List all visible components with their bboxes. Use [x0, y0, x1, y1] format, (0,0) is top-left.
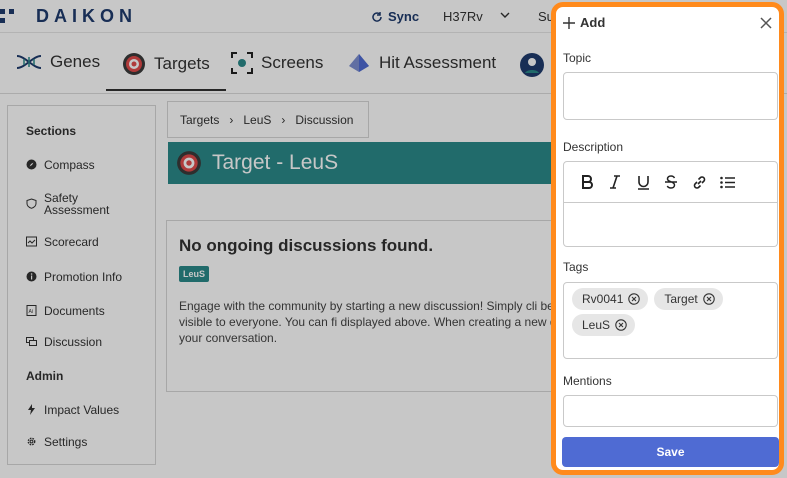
tags-label: Tags: [563, 260, 589, 274]
strikethrough-button[interactable]: [663, 174, 679, 190]
tags-input[interactable]: Rv0041 Target LeuS: [563, 282, 778, 359]
tag-chip: Target: [654, 288, 723, 310]
tag-chip-label: Target: [664, 292, 698, 306]
remove-tag-icon[interactable]: [615, 319, 627, 331]
save-button[interactable]: Save: [562, 437, 779, 467]
plus-icon: [563, 16, 575, 29]
underline-icon: [637, 175, 649, 190]
topic-input[interactable]: [563, 72, 778, 120]
remove-tag-icon[interactable]: [628, 293, 641, 305]
italic-icon: [610, 175, 620, 189]
link-button[interactable]: [691, 174, 707, 190]
bold-button[interactable]: [579, 174, 595, 190]
mentions-input[interactable]: [563, 395, 778, 427]
tag-chip-label: Rv0041: [582, 292, 624, 306]
tag-chip: Rv0041: [572, 288, 649, 310]
topic-label: Topic: [563, 51, 592, 65]
add-discussion-drawer: Add Topic Description Tags Rv0041 Target…: [551, 2, 784, 475]
underline-button[interactable]: [635, 174, 651, 190]
italic-button[interactable]: [607, 174, 623, 190]
link-icon: [693, 175, 705, 189]
editor-toolbar: [563, 161, 778, 203]
description-editor[interactable]: [563, 203, 778, 247]
drawer-title-text: Add: [580, 15, 606, 30]
tag-chip: LeuS: [572, 314, 636, 336]
bullet-list-button[interactable]: [719, 174, 735, 190]
description-label: Description: [563, 140, 624, 154]
remove-tag-icon[interactable]: [702, 293, 715, 305]
mentions-label: Mentions: [563, 374, 612, 388]
strikethrough-icon: [665, 175, 677, 189]
bullet-list-icon: [719, 176, 735, 188]
close-icon[interactable]: [759, 16, 773, 30]
tag-chip-label: LeuS: [582, 318, 611, 332]
bold-icon: [582, 175, 593, 189]
drawer-title: Add: [563, 15, 605, 30]
